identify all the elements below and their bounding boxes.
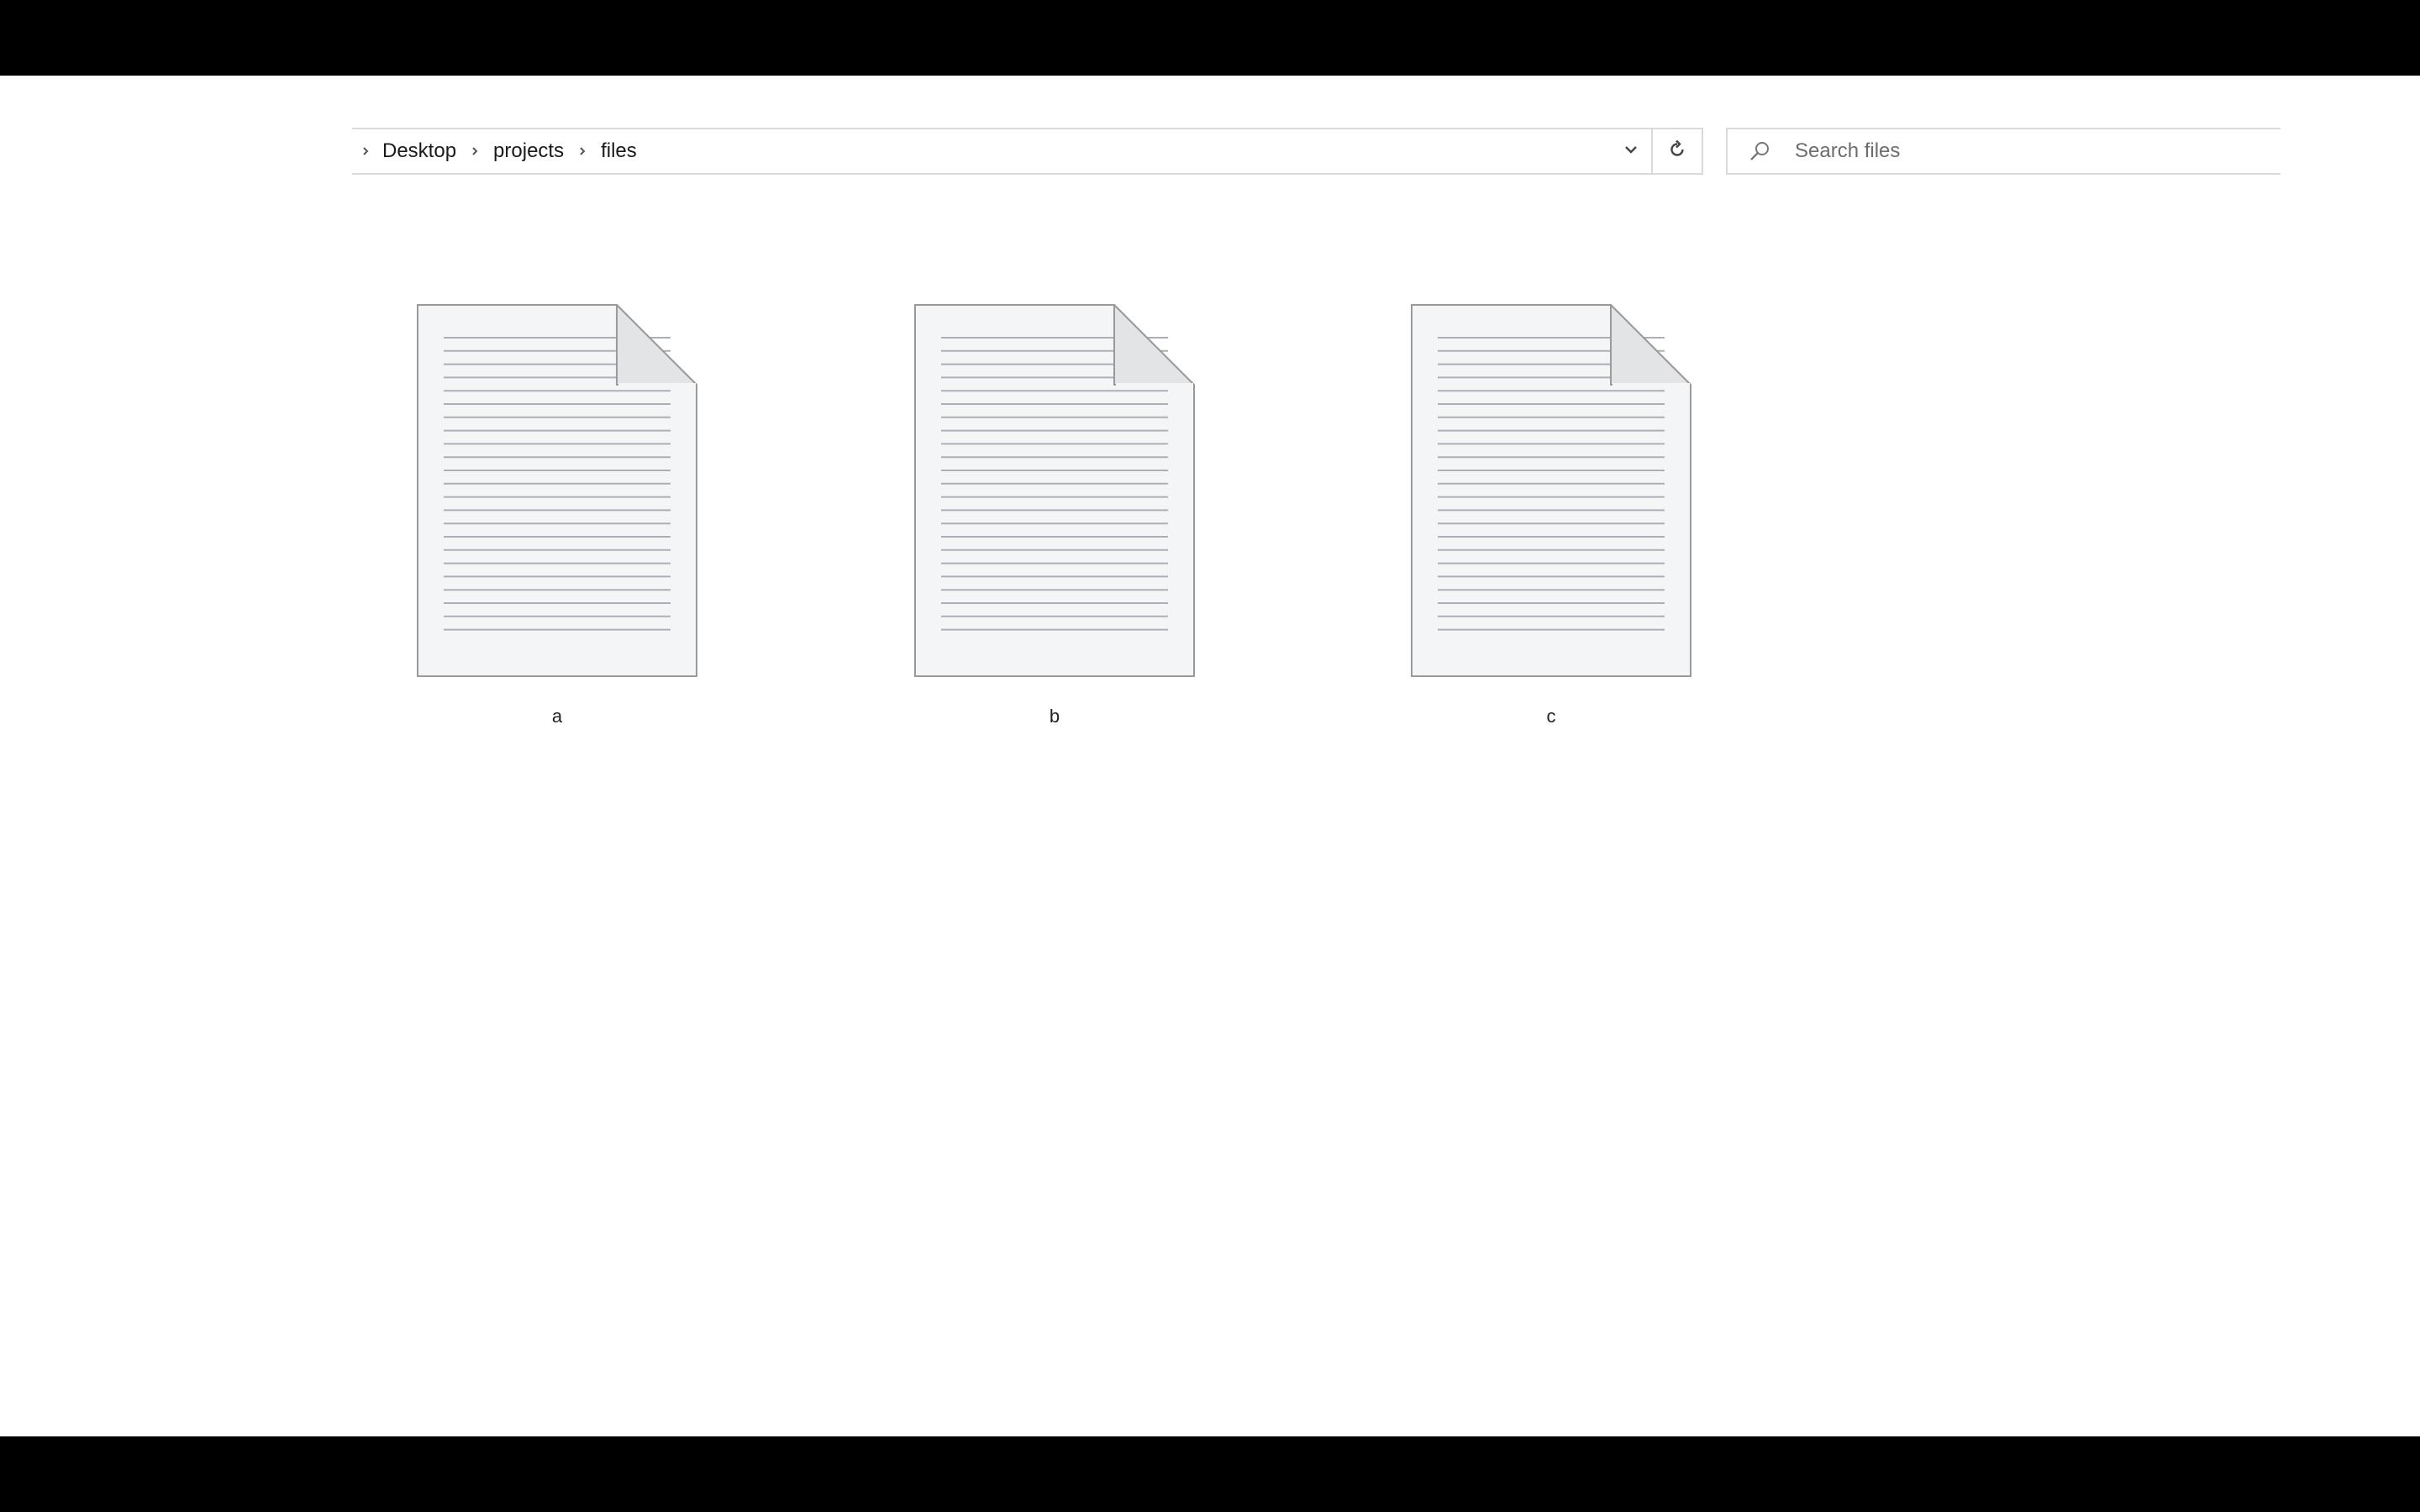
bottom-letterbox-bar (0, 1436, 2420, 1512)
text-document-icon (1411, 304, 1691, 677)
file-item[interactable]: b (914, 304, 1195, 732)
text-document-icon (914, 304, 1195, 677)
breadcrumb: Desktop projects files (352, 129, 637, 173)
breadcrumb-item-projects[interactable]: projects (493, 129, 564, 173)
breadcrumb-root-chevron-icon[interactable] (359, 144, 372, 158)
address-history-dropdown-button[interactable] (1607, 129, 1655, 173)
text-document-icon (417, 304, 697, 677)
file-item[interactable]: a (417, 304, 697, 732)
breadcrumb-item-files[interactable]: files (601, 129, 637, 173)
file-name-label: c (1546, 706, 1556, 727)
search-box[interactable] (1726, 128, 2281, 175)
chevron-down-icon (1622, 140, 1640, 163)
file-item[interactable]: c (1411, 304, 1691, 732)
refresh-button[interactable] (1653, 129, 1702, 173)
search-input[interactable] (1795, 129, 2265, 173)
file-name-label: a (551, 706, 563, 727)
chevron-right-icon[interactable] (468, 144, 481, 158)
file-name-label: b (1049, 706, 1060, 727)
search-icon (1748, 129, 1771, 173)
top-letterbox-bar (0, 0, 2420, 76)
refresh-icon (1666, 139, 1688, 165)
breadcrumb-item-desktop[interactable]: Desktop (382, 129, 456, 173)
address-bar[interactable]: Desktop projects files (352, 128, 1703, 175)
file-explorer-window (0, 76, 2420, 1436)
chevron-right-icon[interactable] (576, 144, 589, 158)
